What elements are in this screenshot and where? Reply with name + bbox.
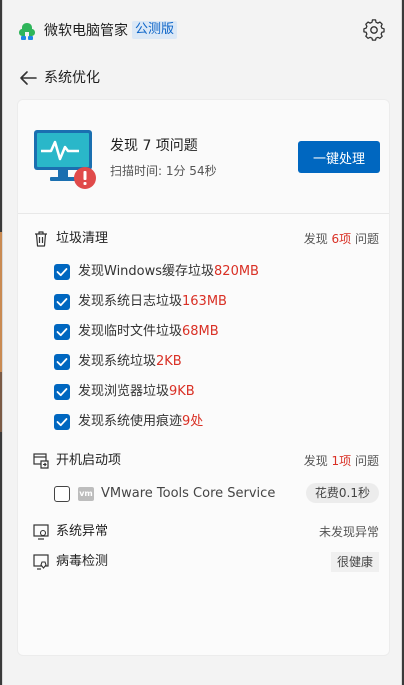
junk-item: 发现浏览器垃圾9KB [18,381,389,403]
checkbox-checked-icon[interactable] [54,384,70,400]
startup-item: vm VMware Tools Core Service 花费0.1秒 [18,483,389,505]
junk-item-text: 发现系统使用痕迹9处 [78,414,204,429]
junk-cleanup-label: 垃圾清理 [56,231,109,246]
startup-item-name: VMware Tools Core Service [101,486,276,501]
junk-item-text: 发现系统日志垃圾163MB [78,294,227,309]
junk-item: 发现系统垃圾2KB [18,351,389,373]
checkbox-checked-icon[interactable] [54,324,70,340]
system-anomaly-label: 系统异常 [56,524,109,539]
virus-check-row[interactable]: 病毒检测 很健康 [18,550,389,574]
junk-found-count: 发现 6项 问题 [303,232,379,246]
checkbox-checked-icon[interactable] [54,294,70,310]
junk-cleanup-header[interactable]: 垃圾清理 发现 6项 问题 [18,227,389,251]
startup-items-label: 开机启动项 [56,453,122,468]
checkbox-checked-icon[interactable] [54,414,70,430]
junk-item: 发现临时文件垃圾68MB [18,321,389,343]
system-anomaly-row[interactable]: 系统异常 未发现异常 [18,520,389,544]
junk-item: 发现Windows缓存垃圾820MB [18,261,389,283]
issues-found-headline: 发现 7 项问题 [110,138,198,154]
scan-time-text: 扫描时间: 1分 54秒 [110,164,217,178]
trash-icon [35,231,47,247]
startup-window-icon [33,453,49,469]
scan-summary: 发现 7 项问题 扫描时间: 1分 54秒 一键处理 [18,100,389,214]
startup-items-header[interactable]: 开机启动项 发现 1项 问题 [18,449,389,473]
settings-gear-icon[interactable] [363,19,385,41]
app-logo-icon [19,23,35,40]
app-window: 微软电脑管家 公测版 系统优化 发现 7 项问题 扫描时间: 1分 54秒 一键… [2,0,402,685]
junk-item-text: 发现系统垃圾2KB [78,354,182,369]
checkbox-checked-icon[interactable] [54,354,70,370]
page-title: 系统优化 [44,70,100,86]
startup-time-badge: 花费0.1秒 [305,483,379,503]
back-arrow-icon[interactable] [18,68,38,88]
optimization-card: 发现 7 项问题 扫描时间: 1分 54秒 一键处理 垃圾清理 发现 6项 问题… [17,99,390,656]
virus-scan-icon [33,554,49,570]
checkbox-unchecked[interactable] [54,486,70,502]
monitor-alert-icon [34,130,96,189]
junk-item: 发现系统使用痕迹9处 [18,411,389,433]
junk-item-text: 发现浏览器垃圾9KB [78,384,195,399]
junk-item-text: 发现临时文件垃圾68MB [78,324,219,339]
virus-check-label: 病毒检测 [56,554,109,569]
system-settings-icon [33,524,49,540]
startup-found-count: 发现 1项 问题 [303,454,379,468]
junk-item: 发现系统日志垃圾163MB [18,291,389,313]
beta-badge: 公测版 [132,21,178,39]
junk-item-text: 发现Windows缓存垃圾820MB [78,264,259,279]
virus-check-status: 很健康 [330,552,379,572]
title-bar: 微软电脑管家 公测版 [3,0,401,60]
system-anomaly-status: 未发现异常 [318,525,379,539]
checkbox-checked-icon[interactable] [54,264,70,280]
nav-bar: 系统优化 [3,62,401,92]
app-title: 微软电脑管家 [44,23,128,39]
fix-all-button[interactable]: 一键处理 [298,141,380,173]
vmware-icon: vm [78,487,94,501]
